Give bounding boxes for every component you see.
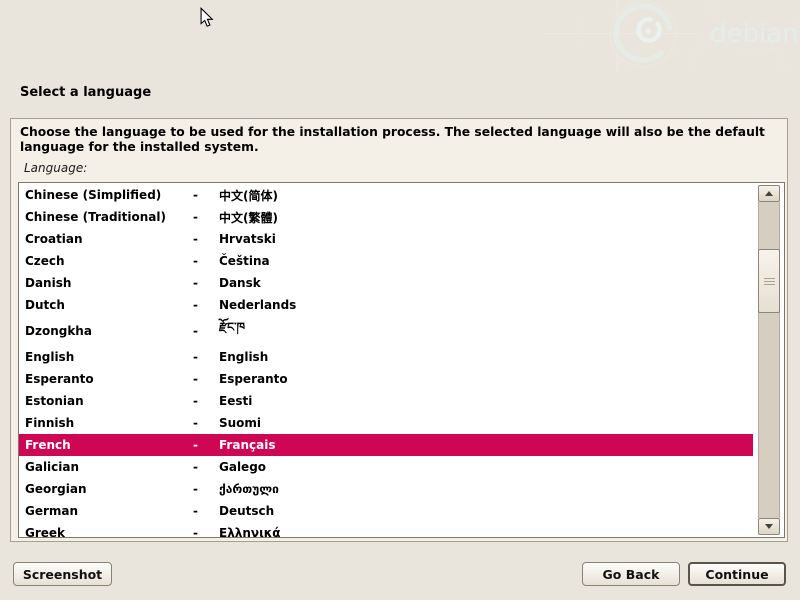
go-back-button[interactable]: Go Back	[582, 562, 680, 586]
main-panel: Choose the language to be used for the i…	[10, 118, 788, 542]
language-name: German	[19, 504, 193, 518]
banner-decorations	[0, 0, 800, 73]
language-name: Georgian	[19, 482, 193, 496]
language-separator: -	[193, 504, 219, 518]
language-native: Čeština	[219, 254, 270, 268]
scrollbar-trough[interactable]	[758, 202, 780, 518]
language-native: Hrvatski	[219, 232, 276, 246]
language-name: English	[19, 350, 193, 364]
language-separator: -	[193, 188, 219, 202]
language-native: English	[219, 350, 268, 364]
language-separator: -	[193, 438, 219, 452]
language-native: རྫོང་ཁ	[219, 314, 245, 348]
language-row[interactable]: Galician - Galego	[19, 456, 753, 478]
language-row[interactable]: German - Deutsch	[19, 500, 753, 522]
language-row[interactable]: Dutch - Nederlands	[19, 294, 753, 316]
language-name: Esperanto	[19, 372, 193, 386]
language-name: Finnish	[19, 416, 193, 430]
language-list: Chinese (Simplified) - 中文(简体) Chinese (T…	[18, 182, 785, 538]
language-name: French	[19, 438, 193, 452]
language-native: Nederlands	[219, 298, 296, 312]
language-name: Dzongkha	[19, 324, 193, 338]
language-separator: -	[193, 526, 219, 538]
language-row[interactable]: Croatian - Hrvatski	[19, 228, 753, 250]
language-row[interactable]: Chinese (Simplified) - 中文(简体)	[19, 184, 753, 206]
scroll-up-button[interactable]	[758, 185, 780, 202]
chevron-up-icon	[765, 191, 773, 196]
banner: debian8	[0, 0, 800, 73]
language-row[interactable]: French - Français	[19, 434, 753, 456]
language-separator: -	[193, 210, 219, 224]
language-row[interactable]: Greek - Ελληνικά	[19, 522, 753, 538]
language-separator: -	[193, 298, 219, 312]
language-separator: -	[193, 276, 219, 290]
language-separator: -	[193, 482, 219, 496]
language-separator: -	[193, 324, 219, 338]
language-row[interactable]: English - English	[19, 346, 753, 368]
language-row[interactable]: Estonian - Eesti	[19, 390, 753, 412]
scrollbar-thumb[interactable]	[758, 249, 780, 313]
language-separator: -	[193, 232, 219, 246]
mouse-cursor-icon	[200, 7, 214, 29]
language-row[interactable]: Czech - Čeština	[19, 250, 753, 272]
language-native: Eesti	[219, 394, 252, 408]
language-name: Chinese (Traditional)	[19, 210, 193, 224]
language-name: Danish	[19, 276, 193, 290]
language-native: Deutsch	[219, 504, 274, 518]
scrollbar[interactable]	[758, 185, 780, 535]
language-name: Czech	[19, 254, 193, 268]
language-native: 中文(简体)	[219, 187, 278, 204]
language-separator: -	[193, 372, 219, 386]
debian-brand-text: debian	[710, 19, 799, 49]
language-separator: -	[193, 416, 219, 430]
thumb-grip-icon	[764, 281, 775, 282]
language-name: Chinese (Simplified)	[19, 188, 193, 202]
language-separator: -	[193, 394, 219, 408]
language-label: Language:	[24, 161, 787, 175]
language-name: Estonian	[19, 394, 193, 408]
language-row[interactable]: Esperanto - Esperanto	[19, 368, 753, 390]
language-separator: -	[193, 350, 219, 364]
language-list-rows: Chinese (Simplified) - 中文(简体) Chinese (T…	[19, 184, 753, 538]
language-native: ქართული	[219, 482, 279, 496]
debian-wordmark: debian8	[710, 19, 800, 49]
language-separator: -	[193, 254, 219, 268]
scroll-down-button[interactable]	[758, 518, 780, 535]
language-native: Dansk	[219, 276, 261, 290]
continue-button[interactable]: Continue	[688, 562, 786, 586]
language-name: Greek	[19, 526, 193, 538]
debian-swirl-icon	[605, 0, 681, 71]
language-row[interactable]: Chinese (Traditional) - 中文(繁體)	[19, 206, 753, 228]
language-native: Esperanto	[219, 372, 288, 386]
language-native: Ελληνικά	[219, 526, 281, 538]
language-row[interactable]: Danish - Dansk	[19, 272, 753, 294]
instruction-text: Choose the language to be used for the i…	[20, 125, 765, 154]
language-native: 中文(繁體)	[219, 209, 278, 226]
chevron-down-icon	[765, 524, 773, 529]
language-name: Galician	[19, 460, 193, 474]
language-native: Galego	[219, 460, 266, 474]
language-name: Croatian	[19, 232, 193, 246]
page-title: Select a language	[20, 85, 151, 100]
screenshot-button[interactable]: Screenshot	[13, 562, 112, 586]
language-native: Français	[219, 438, 275, 452]
language-native: Suomi	[219, 416, 261, 430]
language-name: Dutch	[19, 298, 193, 312]
language-row[interactable]: Finnish - Suomi	[19, 412, 753, 434]
language-row[interactable]: Georgian - ქართული	[19, 478, 753, 500]
language-separator: -	[193, 460, 219, 474]
language-row[interactable]: Dzongkha - རྫོང་ཁ	[19, 316, 753, 346]
